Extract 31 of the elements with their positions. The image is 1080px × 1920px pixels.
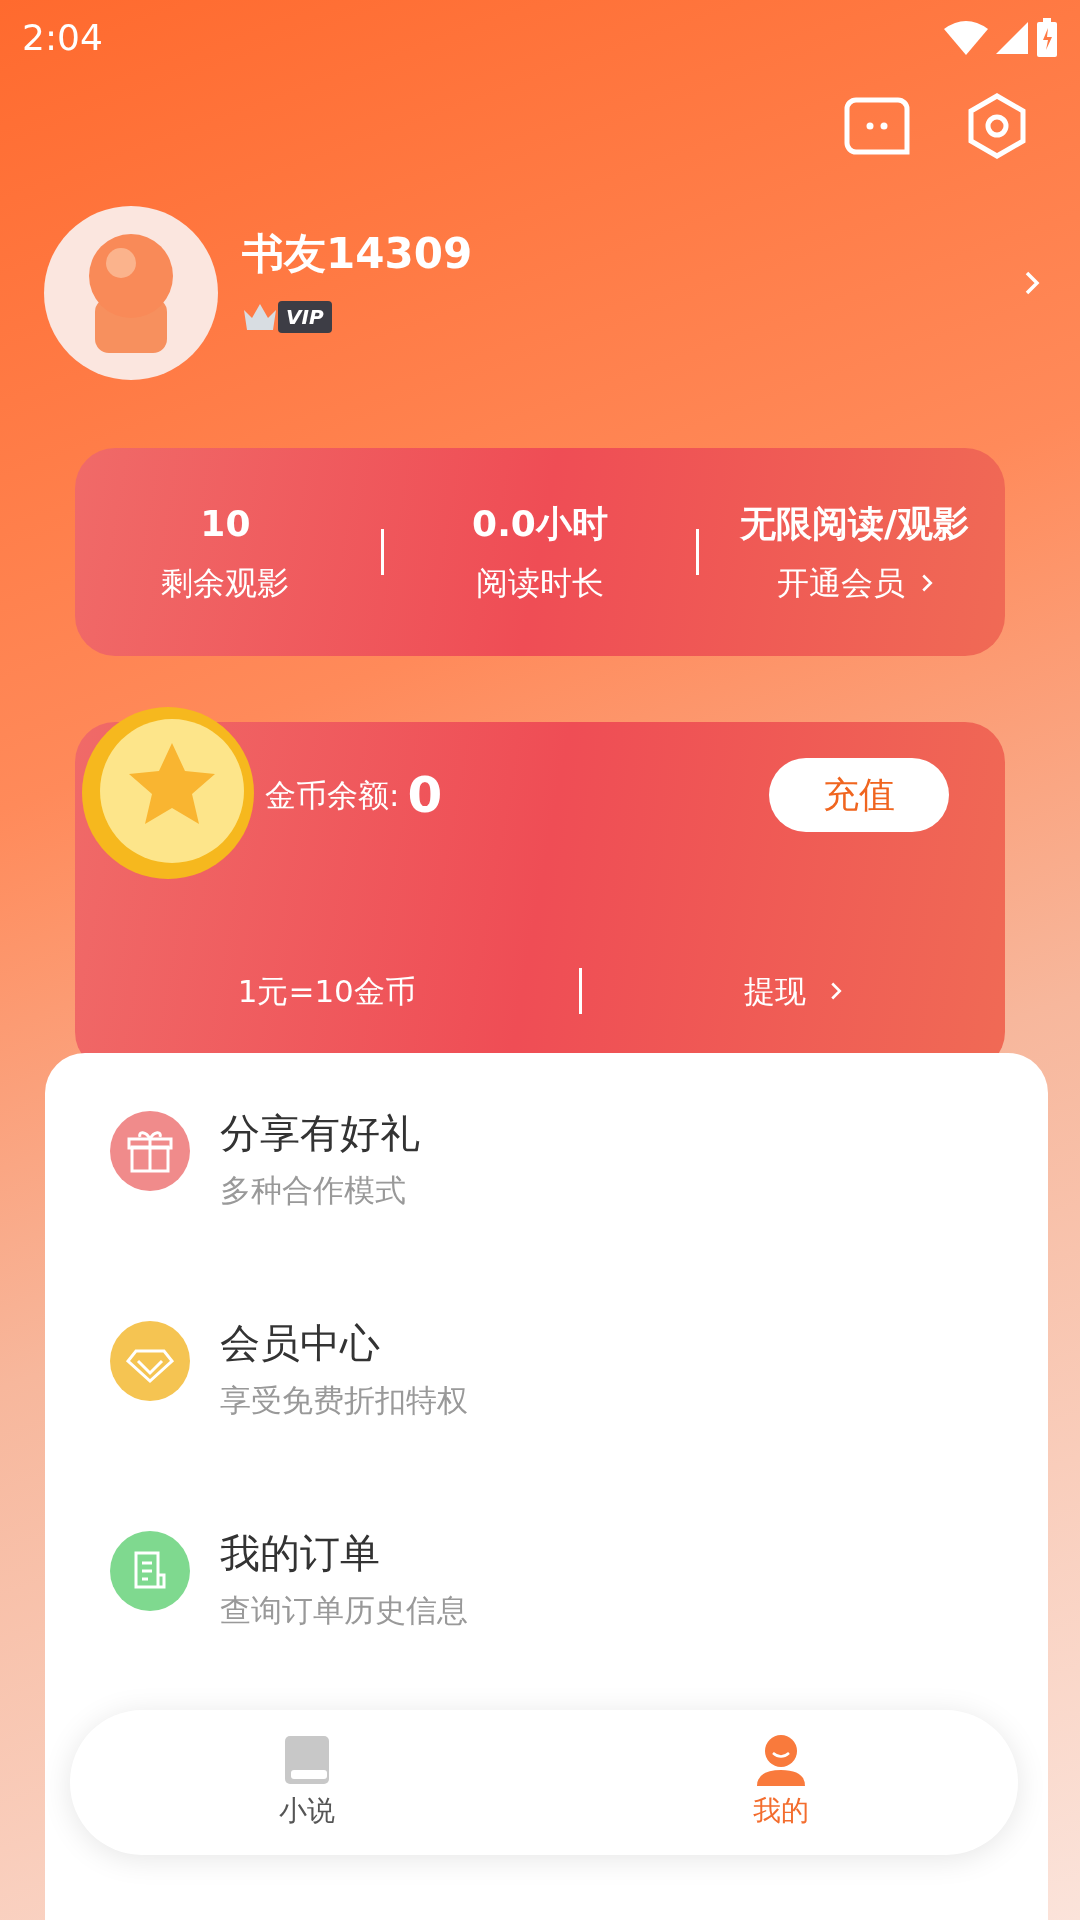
battery-icon — [1036, 18, 1058, 58]
user-name: 书友14309 — [242, 228, 474, 280]
menu-subtitle: 多种合作模式 — [220, 1171, 407, 1210]
book-icon — [283, 1733, 331, 1786]
stat-label: 阅读时长 — [476, 563, 604, 604]
stat-value: 10 — [200, 502, 251, 546]
balance-value: 0 — [407, 764, 443, 826]
menu-title: 我的订单 — [220, 1529, 381, 1578]
menu-title: 会员中心 — [220, 1319, 381, 1368]
status-time: 2:04 — [22, 16, 103, 60]
menu-title: 分享有好礼 — [220, 1109, 420, 1158]
wifi-icon — [944, 21, 988, 55]
message-icon[interactable] — [844, 97, 910, 155]
coin-icon — [80, 705, 256, 881]
exchange-rate: 1元=10金币 — [237, 972, 416, 1011]
balance-label: 金币余额: — [265, 775, 400, 815]
stat-label: 剩余观影 — [161, 563, 290, 604]
crown-icon — [242, 302, 278, 332]
chevron-right-icon — [920, 573, 933, 593]
menu-subtitle: 享受免费折扣特权 — [220, 1381, 468, 1420]
menu-item[interactable]: 会员中心 享受免费折扣特权 — [110, 1313, 1048, 1523]
menu-item[interactable]: 分享有好礼 多种合作模式 — [110, 1103, 1048, 1313]
signal-icon — [996, 22, 1028, 54]
settings-icon[interactable] — [966, 93, 1028, 159]
tab[interactable]: 小说 — [70, 1732, 544, 1833]
person-icon — [755, 1733, 807, 1786]
stat-value: 无限阅读/观影 — [740, 502, 970, 546]
stat-value: 0.0小时 — [472, 502, 608, 546]
vip-badge: VIP — [278, 301, 332, 333]
menu-subtitle: 查询订单历史信息 — [220, 1591, 468, 1630]
chevron-right-icon — [830, 981, 843, 1002]
